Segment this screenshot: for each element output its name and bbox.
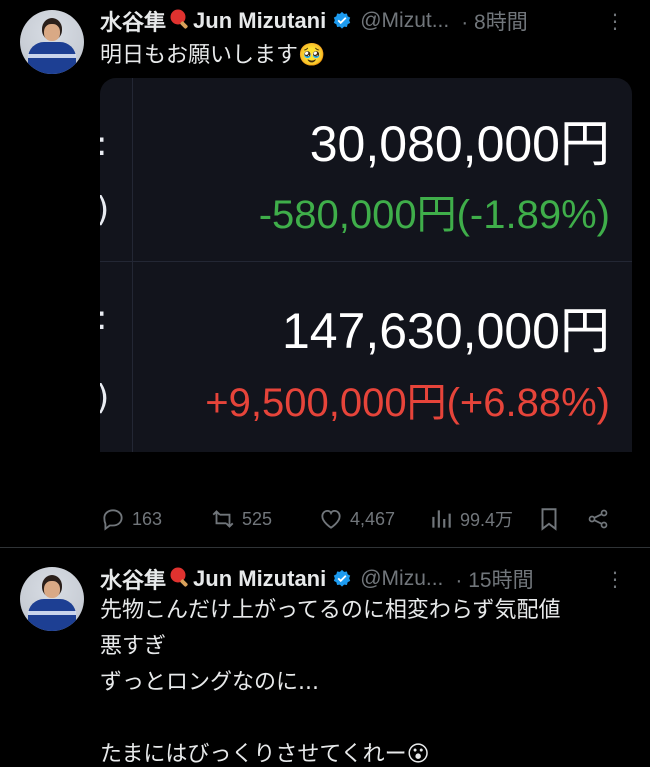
verified-badge-icon xyxy=(334,11,351,29)
top-amount: 30,080,000円 xyxy=(309,116,610,172)
display-name[interactable]: 水谷隼 xyxy=(100,5,166,37)
user-handle[interactable]: @Mizu... xyxy=(360,567,443,591)
views-button[interactable]: 99.4万 xyxy=(428,506,536,532)
views-icon xyxy=(432,510,451,528)
reply-icon xyxy=(103,509,123,531)
cropped-glyph: ) xyxy=(100,190,109,230)
share-button[interactable] xyxy=(586,506,616,532)
bookmark-button[interactable] xyxy=(536,506,586,532)
repost-button[interactable]: 525 xyxy=(210,506,318,532)
repost-count: 525 xyxy=(242,508,273,529)
action-bar: 163 525 4,467 99.4万 xyxy=(100,500,626,538)
display-name-en[interactable]: Jun Mizutani xyxy=(193,566,326,592)
ping-pong-paddle-emoji xyxy=(169,8,191,34)
bottom-amount: 147,630,000円 xyxy=(281,303,610,359)
share-icon xyxy=(588,509,608,529)
like-button[interactable]: 4,467 xyxy=(318,506,428,532)
timestamp[interactable]: · 8時間 xyxy=(461,6,528,36)
bottom-change: +9,500,000円(+6.88%) xyxy=(205,381,610,425)
verified-badge-icon xyxy=(334,569,351,587)
attached-image[interactable]: : ) : ) 30,080,000円 -580,000円(-1.89%) 14… xyxy=(100,78,632,452)
reply-button[interactable]: 163 xyxy=(100,506,210,532)
tweet-header: 水谷隼 Jun Mizutani @Mizut... · 8時間 xyxy=(100,6,528,36)
like-icon xyxy=(321,509,341,529)
tweet-2[interactable]: 水谷隼 Jun Mizutani @Mizu... · 15時間 ⋮ 先物こんだ… xyxy=(0,549,650,767)
views-count: 99.4万 xyxy=(460,510,514,530)
cropped-glyph: : xyxy=(100,298,107,338)
top-change: -580,000円(-1.89%) xyxy=(258,193,610,237)
avatar[interactable] xyxy=(20,567,84,631)
cropped-glyph: : xyxy=(100,124,107,164)
tweet-header: 水谷隼 Jun Mizutani @Mizu... · 15時間 xyxy=(100,564,534,594)
like-count: 4,467 xyxy=(350,508,396,529)
more-icon[interactable]: ⋮ xyxy=(604,568,626,590)
display-name-en[interactable]: Jun Mizutani xyxy=(193,8,326,34)
more-icon[interactable]: ⋮ xyxy=(604,10,626,32)
repost-icon xyxy=(212,510,234,528)
reply-count: 163 xyxy=(132,508,163,529)
avatar[interactable] xyxy=(20,10,84,74)
tweet-text: 先物こんだけ上がってるのに相変わらず気配値 悪すぎ ずっとロングなのに... た… xyxy=(100,598,561,767)
tweet-1[interactable]: 水谷隼 Jun Mizutani @Mizut... · 8時間 ⋮ 明日もお願… xyxy=(0,0,650,548)
tweet-text: 明日もお願いします🥹 xyxy=(100,43,326,68)
ping-pong-paddle-emoji xyxy=(169,566,191,592)
user-handle[interactable]: @Mizut... xyxy=(360,9,449,33)
timestamp[interactable]: · 15時間 xyxy=(455,564,533,594)
bookmark-icon xyxy=(541,508,557,531)
cropped-glyph: ) xyxy=(100,378,109,418)
display-name[interactable]: 水谷隼 xyxy=(100,563,166,595)
